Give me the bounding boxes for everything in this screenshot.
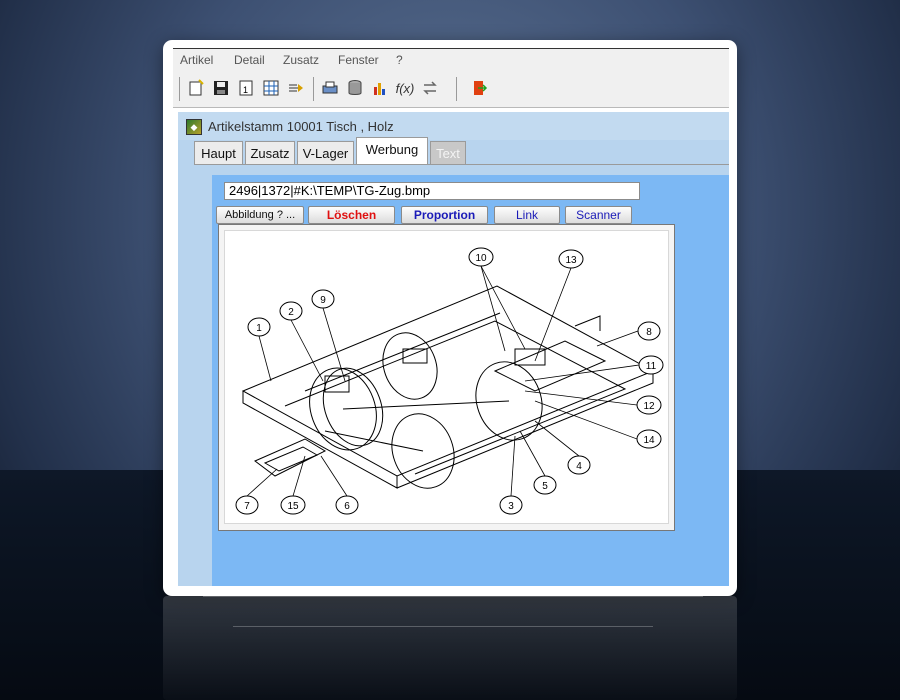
save-icon[interactable] [211, 79, 231, 99]
toolbar-separator [313, 77, 314, 101]
technical-drawing: 1 2 3 4 5 6 7 8 9 10 11 12 13 14 15 [224, 230, 669, 524]
callout-label: 4 [576, 461, 582, 472]
callout-label: 5 [542, 481, 548, 492]
image-path-input[interactable] [224, 182, 640, 200]
swap-icon[interactable] [420, 79, 440, 99]
werbung-content: Abbildung ? ... Löschen Proportion Link … [212, 175, 729, 586]
callout-label: 9 [320, 295, 326, 306]
database-icon[interactable] [345, 79, 365, 99]
toolbar-separator [456, 77, 457, 101]
tab-v-lager[interactable]: V-Lager [297, 141, 354, 165]
tab-panel-werbung: Abbildung ? ... Löschen Proportion Link … [194, 164, 729, 586]
callout-label: 3 [508, 501, 514, 512]
exit-door-icon[interactable] [469, 79, 489, 99]
window-icon: ◆ [186, 119, 202, 135]
link-button[interactable]: Link [494, 206, 560, 224]
callout-label: 10 [475, 253, 487, 264]
page-icon[interactable]: 1 [236, 79, 256, 99]
mdi-area: ◆ Artikelstamm 10001 Tisch , Holz Haupt … [173, 108, 729, 586]
abbildung-button[interactable]: Abbildung ? ... [216, 206, 304, 224]
callout-label: 12 [643, 401, 655, 412]
app-window: Artikel Detail Zusatz Fenster ? 1 f(x) ◆… [173, 48, 729, 586]
tab-werbung[interactable]: Werbung [356, 137, 428, 165]
toolbar: 1 f(x) [173, 71, 729, 108]
function-icon[interactable]: f(x) [395, 79, 415, 99]
callout-label: 1 [256, 323, 262, 334]
callout-label: 2 [288, 307, 294, 318]
menu-detail[interactable]: Detail [234, 53, 265, 67]
callout-label: 14 [643, 435, 655, 446]
menu-bar: Artikel Detail Zusatz Fenster ? [173, 48, 729, 72]
menu-artikel[interactable]: Artikel [180, 53, 213, 67]
callout-label: 11 [646, 361, 657, 372]
scanner-button[interactable]: Scanner [565, 206, 632, 224]
svg-text:1: 1 [243, 85, 248, 95]
toolbar-separator [179, 77, 180, 101]
tab-haupt[interactable]: Haupt [194, 141, 243, 165]
callout-label: 15 [287, 501, 299, 512]
menu-help[interactable]: ? [396, 53, 403, 67]
tab-zusatz[interactable]: Zusatz [245, 141, 295, 165]
article-window-titlebar: ◆ Artikelstamm 10001 Tisch , Holz [178, 112, 729, 140]
loeschen-button[interactable]: Löschen [308, 206, 395, 224]
article-window: ◆ Artikelstamm 10001 Tisch , Holz Haupt … [178, 112, 729, 586]
screenshot-frame: Artikel Detail Zusatz Fenster ? 1 f(x) ◆… [163, 40, 737, 596]
image-display-area[interactable]: 1 2 3 4 5 6 7 8 9 10 11 12 13 14 15 [218, 224, 675, 531]
technical-drawing-image: 1 2 3 4 5 6 7 8 9 10 11 12 13 14 15 [235, 247, 664, 515]
tab-text[interactable]: Text [430, 141, 466, 165]
print-icon[interactable] [320, 79, 340, 99]
new-icon[interactable] [186, 79, 206, 99]
reflection-line [233, 626, 653, 627]
callout-label: 8 [646, 327, 652, 338]
proportion-button[interactable]: Proportion [401, 206, 488, 224]
reflection-line [203, 596, 703, 597]
arrow-icon[interactable] [286, 79, 306, 99]
screenshot-reflection [163, 596, 737, 700]
callout-label: 13 [565, 255, 577, 266]
callout-label: 6 [344, 501, 350, 512]
chart-icon[interactable] [370, 79, 390, 99]
menu-fenster[interactable]: Fenster [338, 53, 379, 67]
grid-icon[interactable] [261, 79, 281, 99]
window-title: Artikelstamm 10001 Tisch , Holz [208, 119, 394, 134]
menu-zusatz[interactable]: Zusatz [283, 53, 319, 67]
callout-label: 7 [244, 501, 250, 512]
